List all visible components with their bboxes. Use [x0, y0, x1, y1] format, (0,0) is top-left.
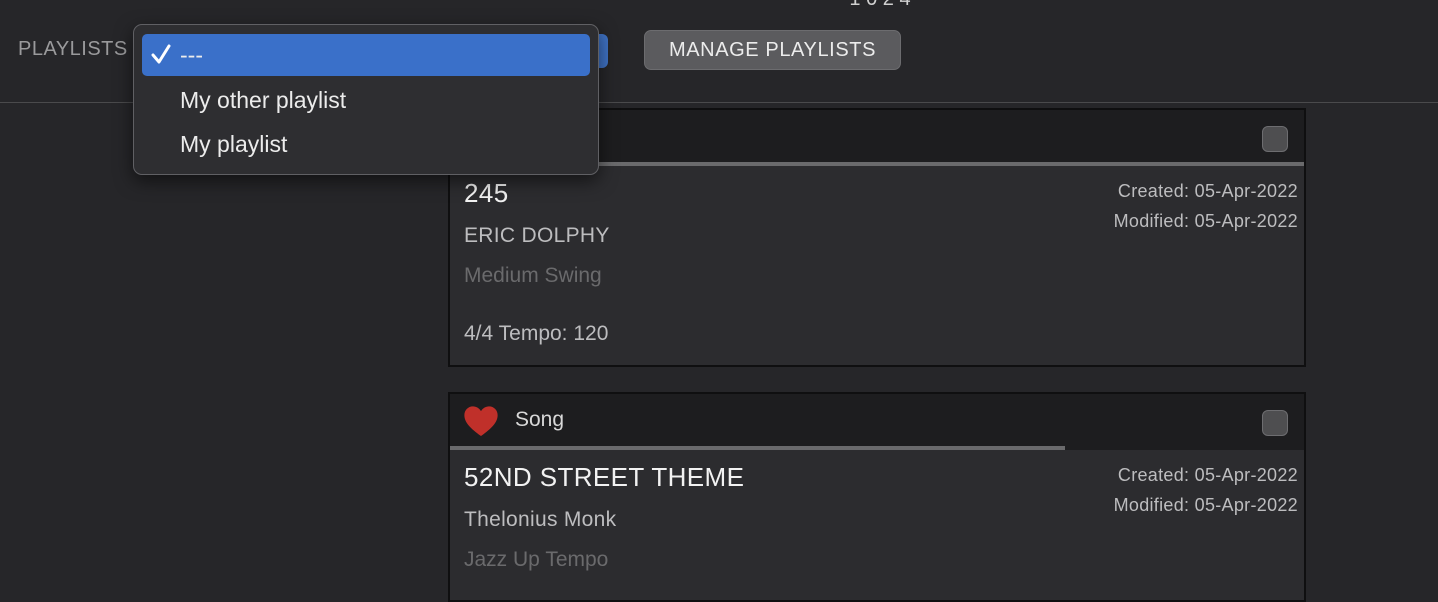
song-card-header: Song	[450, 394, 1304, 450]
song-title: 52ND STREET THEME	[464, 462, 745, 492]
song-meta: 4/4 Tempo: 120	[464, 322, 609, 345]
song-card-body: 245 ERIC DOLPHY Medium Swing 4/4 Tempo: …	[450, 166, 1304, 365]
song-title: 245	[464, 178, 509, 208]
song-dates: Created: 05-Apr-2022 Modified: 05-Apr-20…	[1114, 460, 1298, 520]
select-checkbox[interactable]	[1262, 410, 1288, 436]
playlist-dropdown-menu: --- My other playlist My playlist	[133, 24, 599, 175]
song-style: Jazz Up Tempo	[464, 548, 609, 571]
menu-item-my-other-playlist[interactable]: My other playlist	[142, 79, 590, 121]
menu-item-none[interactable]: ---	[142, 34, 590, 76]
created-date: Created: 05-Apr-2022	[1117, 181, 1298, 201]
song-composer: ERIC DOLPHY	[464, 224, 610, 247]
created-date: Created: 05-Apr-2022	[1117, 465, 1298, 485]
select-checkbox[interactable]	[1262, 126, 1288, 152]
song-dates: Created: 05-Apr-2022 Modified: 05-Apr-20…	[1114, 176, 1298, 236]
menu-item-label: My playlist	[180, 130, 288, 157]
song-type-label: Song	[515, 408, 565, 431]
song-composer: Thelonius Monk	[464, 508, 617, 531]
checkmark-icon	[151, 44, 171, 64]
manage-playlists-button[interactable]: MANAGE PLAYLISTS	[644, 30, 901, 70]
menu-item-my-playlist[interactable]: My playlist	[142, 123, 590, 165]
modified-date: Modified: 05-Apr-2022	[1113, 495, 1298, 515]
song-card[interactable]: Song 52ND STREET THEME Thelonius Monk Ja…	[448, 392, 1306, 602]
song-card-body: 52ND STREET THEME Thelonius Monk Jazz Up…	[450, 450, 1304, 600]
menu-item-label: ---	[180, 41, 203, 68]
song-style: Medium Swing	[464, 264, 602, 287]
modified-date: Modified: 05-Apr-2022	[1113, 211, 1298, 231]
menu-item-label: My other playlist	[180, 86, 347, 113]
playlists-label: PLAYLISTS	[18, 38, 128, 60]
heart-icon[interactable]	[462, 402, 500, 440]
